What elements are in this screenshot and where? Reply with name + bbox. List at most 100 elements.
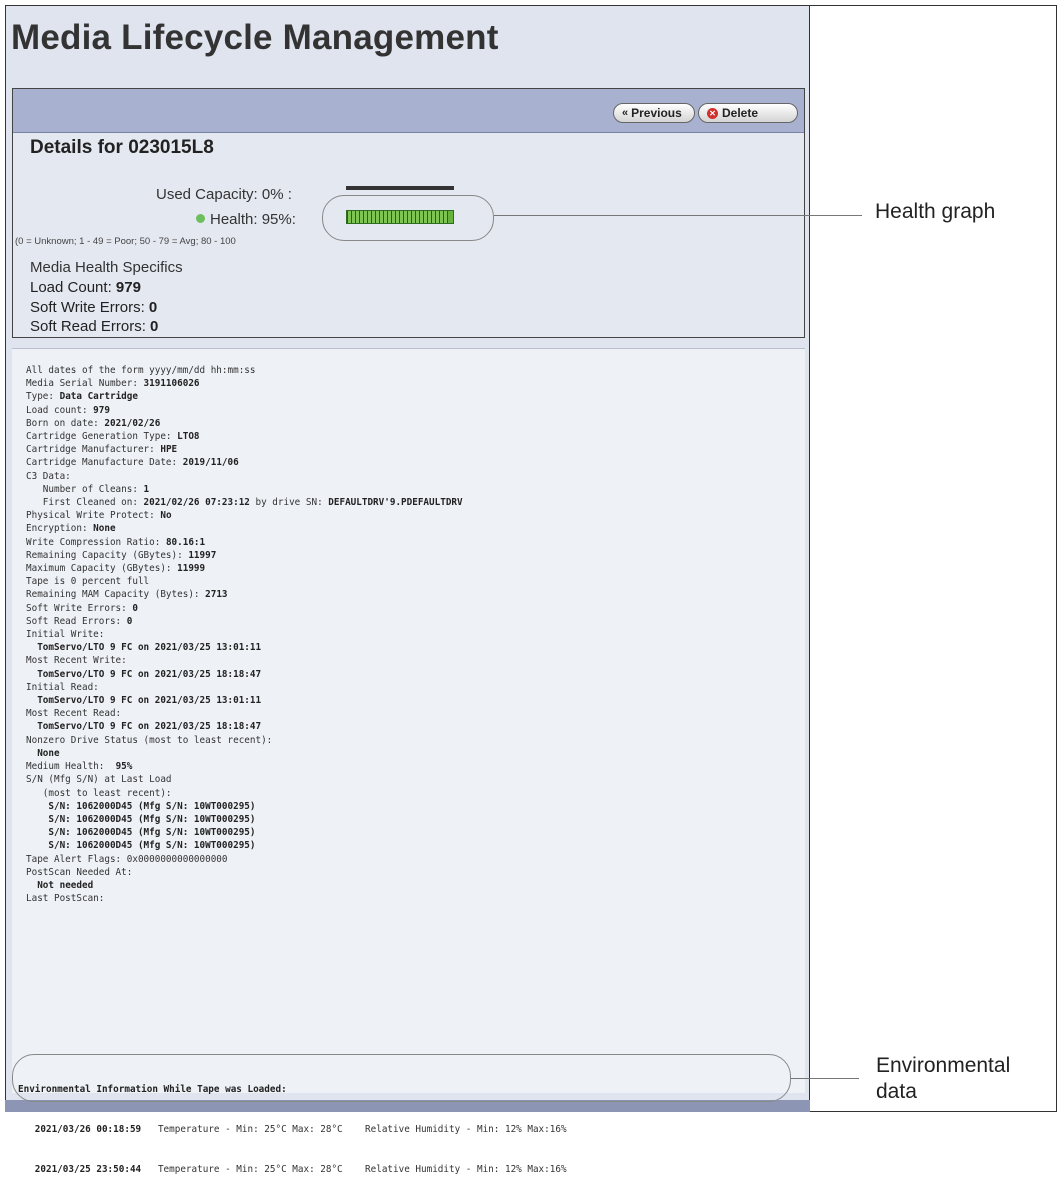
log-line: Number of Cleans: 1 [26, 483, 463, 496]
log-line-value: TomServo/LTO 9 FC on 2021/03/25 18:18:47 [37, 668, 262, 680]
delete-button[interactable]: ✕ Delete [698, 103, 798, 123]
environmental-data-callout-label-line1: Environmental [876, 1054, 1011, 1077]
log-line-value: LTO8 [177, 431, 200, 443]
log-line: All dates of the form yyyy/mm/dd hh:mm:s… [26, 364, 463, 377]
soft-read-errors: Soft Read Errors: 0 [30, 318, 158, 335]
log-line-value: Data Cartridge [59, 391, 138, 403]
log-line: C3 Data: [26, 470, 463, 483]
page-title: Media Lifecycle Management [11, 18, 499, 57]
log-line-label: Remaining Capacity (GBytes): [26, 549, 189, 561]
log-line-value: 2713 [205, 589, 228, 601]
details-toolbar: « Previous ✕ Delete [13, 89, 804, 133]
log-line-value: 2019/11/06 [182, 457, 239, 469]
log-line-label: Tape Alert Flags: 0x0000000000000000 [26, 853, 228, 865]
log-line-label [26, 814, 48, 825]
used-capacity-label: Used Capacity: 0% : [156, 186, 292, 203]
environmental-data-callout-line [791, 1078, 859, 1079]
log-line-value: 11997 [188, 549, 217, 561]
log-line-label [26, 801, 48, 812]
log-line-label: Initial Write: [26, 629, 105, 641]
soft-write-errors-label: Soft Write Errors: [30, 299, 149, 316]
log-line-label: Initial Read: [26, 681, 99, 693]
delete-button-label: Delete [722, 106, 759, 120]
log-line: Tape is 0 percent full [26, 575, 463, 588]
previous-button[interactable]: « Previous [613, 103, 695, 123]
log-line-value: None [37, 747, 60, 759]
log-line-label: Most Recent Read: [26, 708, 122, 720]
log-line: TomServo/LTO 9 FC on 2021/03/25 18:18:47 [26, 720, 463, 733]
log-line: S/N: 1062000D45 (Mfg S/N: 10WT000295) [26, 826, 463, 839]
log-line: (most to least recent): [26, 787, 463, 800]
log-line-label: Write Compression Ratio: [26, 536, 166, 548]
log-line: Remaining Capacity (GBytes): 11997 [26, 549, 463, 562]
log-line: Initial Read: [26, 681, 463, 694]
log-line: Most Recent Write: [26, 654, 463, 667]
log-line-label: Most Recent Write: [26, 655, 127, 667]
soft-write-errors: Soft Write Errors: 0 [30, 299, 157, 316]
media-details-log: All dates of the form yyyy/mm/dd hh:mm:s… [12, 348, 805, 1093]
log-line-label: Load count: [26, 404, 94, 416]
log-line-label: Tape is 0 percent full [26, 576, 150, 588]
log-line-value: 0 [126, 615, 133, 627]
log-line-label: S/N (Mfg S/N) at Last Load [26, 774, 172, 786]
annotation-pane [810, 5, 1057, 1112]
log-line-label: PostScan Needed At: [26, 866, 133, 878]
log-line-label: Cartridge Manufacturer: [26, 444, 161, 456]
log-line-value: 11999 [177, 563, 206, 575]
log-line: S/N: 1062000D45 (Mfg S/N: 10WT000295) [26, 813, 463, 826]
log-line-value: None [93, 523, 116, 535]
log-line-label [26, 669, 37, 680]
log-line-value: 2021/02/26 [104, 417, 161, 429]
log-line: Load count: 979 [26, 404, 463, 417]
log-line-label [26, 840, 48, 851]
log-line: Remaining MAM Capacity (Bytes): 2713 [26, 588, 463, 601]
log-line-label [26, 695, 37, 706]
log-line-value: S/N: 1062000D45 (Mfg S/N: 10WT000295) [48, 840, 256, 852]
log-line-label [26, 642, 37, 653]
log-line: Maximum Capacity (GBytes): 11999 [26, 562, 463, 575]
log-line-value: TomServo/LTO 9 FC on 2021/03/25 13:01:11 [37, 642, 262, 654]
log-line-label: Number of Cleans: [26, 483, 144, 495]
soft-read-errors-label: Soft Read Errors: [30, 318, 151, 335]
log-line: Media Serial Number: 3191106026 [26, 377, 463, 390]
log-line-label: Nonzero Drive Status (most to least rece… [26, 734, 273, 746]
log-line-label: Last PostScan: [26, 893, 105, 905]
double-chevron-left-icon: « [622, 107, 629, 119]
log-line-label: First Cleaned on: [26, 497, 144, 509]
log-line-label [26, 748, 37, 759]
log-line-value: 3191106026 [143, 378, 200, 390]
env-row-date: 2021/03/25 23:50:44 [34, 1163, 142, 1175]
log-line-value: 2021/02/26 07:23:12 [143, 497, 250, 509]
log-line: PostScan Needed At: [26, 866, 463, 879]
health-graph-callout-label: Health graph [875, 200, 996, 223]
log-line-label: Encryption: [26, 523, 94, 535]
soft-write-errors-value: 0 [148, 299, 158, 316]
env-row: 2021/03/26 00:18:59 Temperature - Min: 2… [18, 1123, 788, 1136]
delete-icon: ✕ [707, 107, 718, 119]
log-line-label: Media Serial Number: [26, 378, 144, 390]
log-line-value: HPE [160, 444, 178, 456]
log-line-label: Medium Health: [26, 761, 116, 773]
log-line: TomServo/LTO 9 FC on 2021/03/25 18:18:47 [26, 668, 463, 681]
log-line-label: Remaining MAM Capacity (Bytes): [26, 589, 206, 601]
log-line: Type: Data Cartridge [26, 390, 463, 403]
log-line: None [26, 747, 463, 760]
log-line-label [26, 721, 37, 732]
env-row-date: 2021/03/26 00:18:59 [34, 1124, 142, 1136]
health-status-icon [196, 214, 205, 223]
log-line-value: No [160, 510, 172, 522]
used-capacity-bar [346, 186, 454, 190]
log-line: S/N: 1062000D45 (Mfg S/N: 10WT000295) [26, 839, 463, 852]
log-line-label: C3 Data: [26, 470, 71, 482]
environmental-data-callout-label-line2: data [876, 1080, 917, 1103]
log-line-label: Born on date: [26, 417, 105, 429]
log-line: Nonzero Drive Status (most to least rece… [26, 734, 463, 747]
log-line-value: 979 [93, 404, 110, 416]
health-graph-callout-line [494, 215, 862, 216]
log-line-label [26, 827, 48, 838]
log-line-label: Cartridge Manufacture Date: [26, 457, 183, 469]
health-graph-callout-outline [322, 195, 494, 241]
log-line-value: Not needed [37, 879, 94, 891]
log-line: Most Recent Read: [26, 707, 463, 720]
media-health-specifics-title: Media Health Specifics [30, 259, 183, 276]
